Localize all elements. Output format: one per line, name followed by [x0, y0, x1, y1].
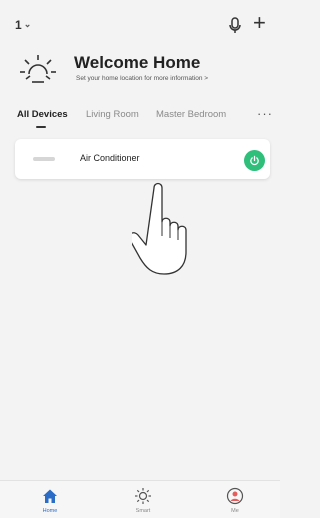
device-card-air-conditioner[interactable]: Air Conditioner — [15, 139, 270, 179]
room-tabs: All Devices Living Room Master Bedroom ·… — [0, 106, 280, 130]
bottom-nav: Home Smart Me — [0, 480, 280, 518]
nav-me[interactable]: Me — [205, 481, 265, 518]
microphone-icon[interactable] — [227, 16, 243, 36]
power-icon — [250, 155, 259, 166]
plus-icon[interactable]: + — [253, 12, 266, 34]
top-bar: 1 ⌄ + — [0, 12, 280, 38]
nav-home-label: Home — [42, 508, 58, 514]
welcome-section: Welcome Home Set your home location for … — [20, 52, 270, 92]
tab-all-devices[interactable]: All Devices — [17, 109, 68, 120]
nav-smart-label: Smart — [135, 508, 151, 514]
home-selector-label: 1 — [15, 18, 22, 32]
device-name: Air Conditioner — [80, 153, 140, 163]
app-screen: 1 ⌄ + Welcome Home Set your home locatio… — [0, 0, 280, 518]
welcome-title: Welcome Home — [74, 53, 201, 72]
tab-living-room[interactable]: Living Room — [86, 109, 139, 120]
more-icon[interactable]: ··· — [257, 106, 273, 121]
nav-me-label: Me — [231, 508, 239, 514]
home-selector[interactable]: 1 ⌄ — [15, 18, 31, 32]
profile-icon — [226, 487, 244, 505]
tap-hand-illustration — [132, 182, 187, 275]
sun-outline-icon — [135, 488, 151, 504]
chevron-down-icon: ⌄ — [23, 18, 32, 29]
set-location-link[interactable]: Set your home location for more informat… — [76, 75, 208, 82]
tab-master-bedroom[interactable]: Master Bedroom — [156, 109, 226, 120]
home-icon — [43, 489, 57, 503]
nav-home[interactable]: Home — [20, 481, 80, 518]
power-button[interactable] — [244, 150, 265, 171]
active-tab-indicator — [36, 126, 46, 128]
sun-icon — [20, 55, 56, 83]
nav-smart[interactable]: Smart — [113, 481, 173, 518]
air-conditioner-icon — [33, 157, 55, 161]
